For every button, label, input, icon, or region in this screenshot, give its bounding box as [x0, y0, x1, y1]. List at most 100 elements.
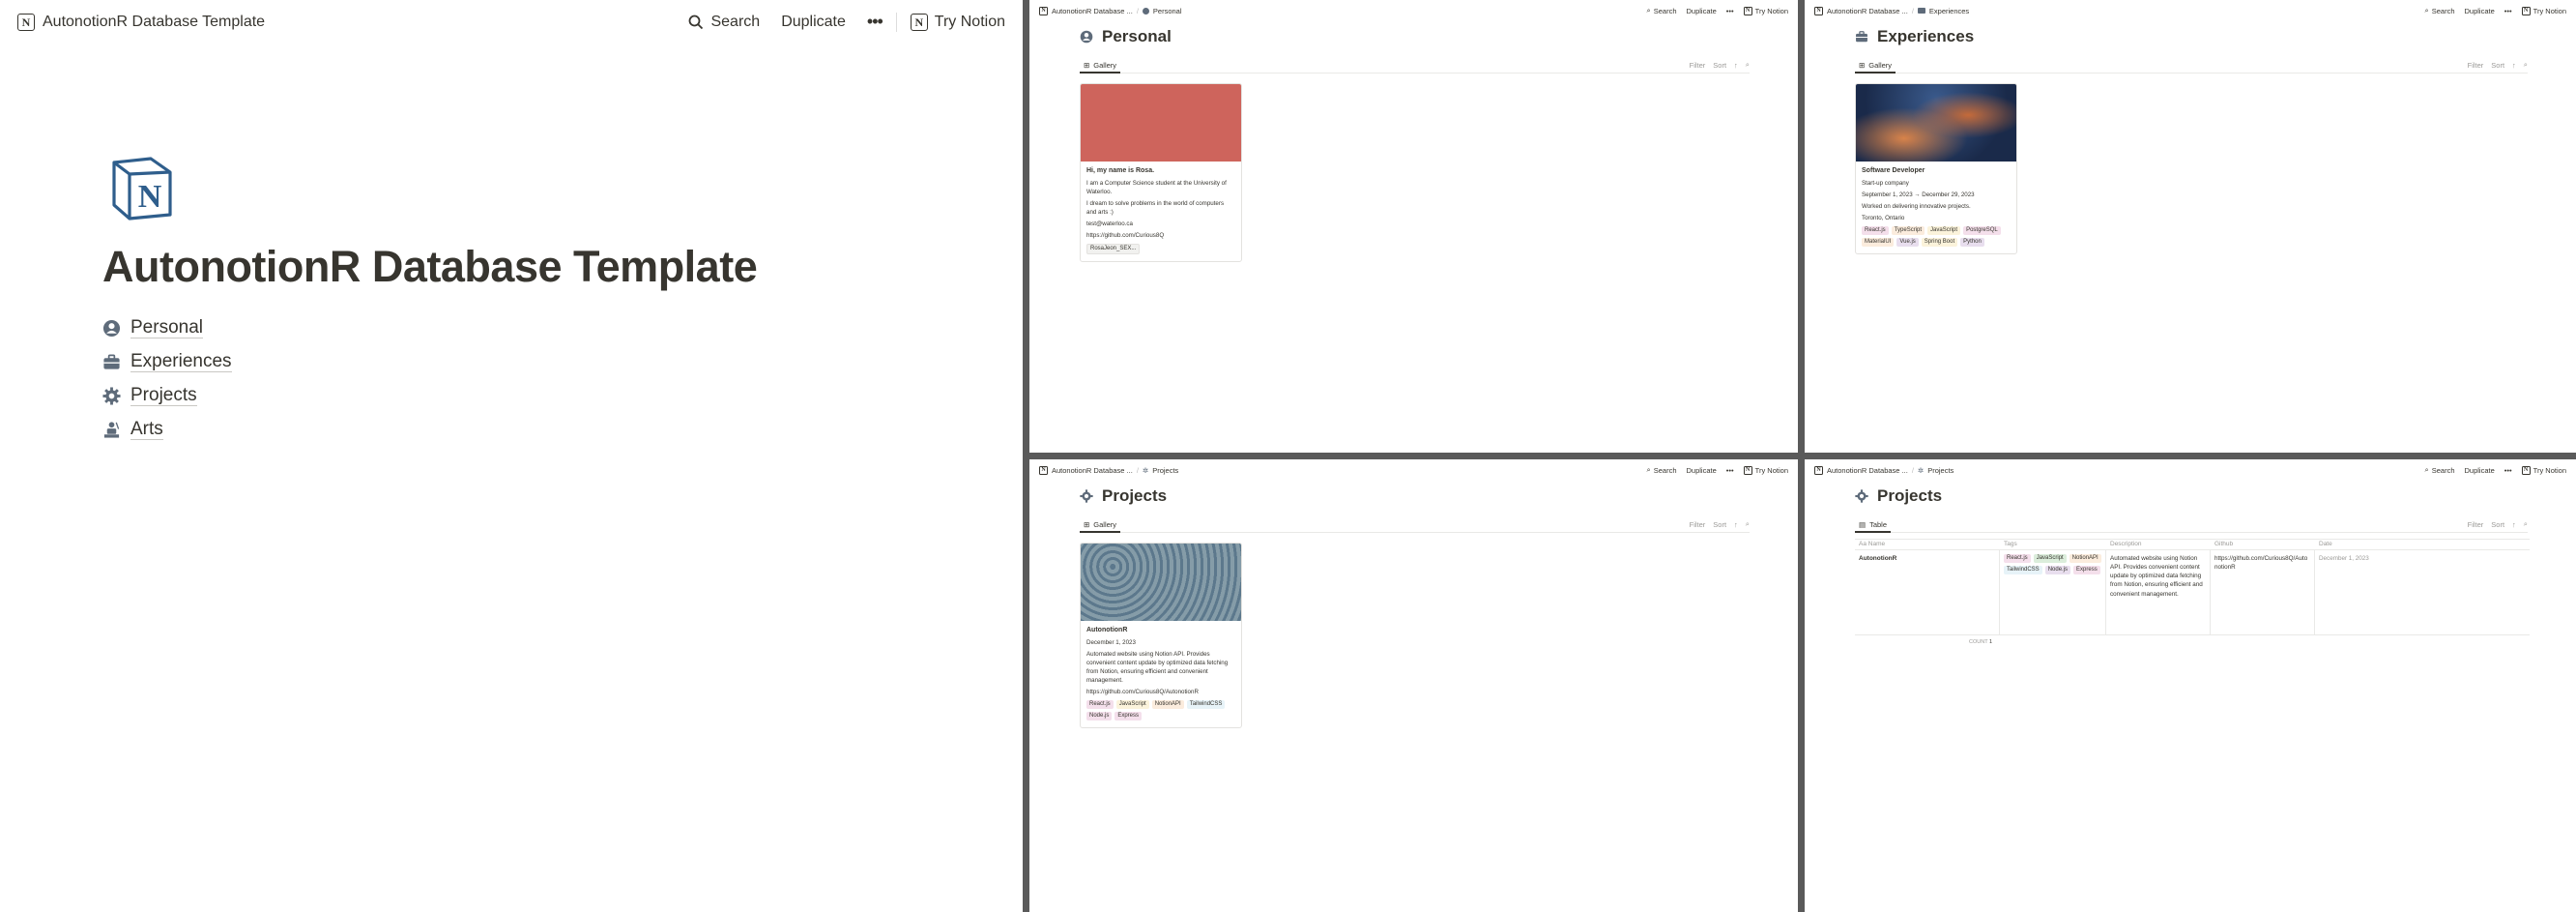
- table-row[interactable]: AutonotionR React.js JavaScript NotionAP…: [1855, 550, 2530, 635]
- search-button[interactable]: Search: [688, 14, 760, 31]
- notion-logo-icon: N: [112, 157, 172, 221]
- try-notion-button[interactable]: N Try Notion: [2521, 6, 2566, 15]
- link-projects[interactable]: Projects: [102, 379, 232, 413]
- tab-gallery[interactable]: ⊞ Gallery: [1855, 58, 1896, 74]
- sort-button[interactable]: Sort: [2491, 61, 2504, 70]
- link-arts[interactable]: Arts: [102, 413, 232, 447]
- more-icon[interactable]: •••: [1726, 466, 1734, 475]
- tab-table[interactable]: ▤ Table: [1855, 517, 1892, 533]
- more-icon[interactable]: •••: [2504, 466, 2512, 475]
- search-icon[interactable]: ⌕: [2524, 60, 2528, 70]
- try-notion-button[interactable]: N Try Notion: [2521, 465, 2566, 475]
- try-notion-button[interactable]: N Try Notion: [910, 13, 1005, 31]
- page-title-text: Projects: [1877, 486, 1943, 505]
- search-icon[interactable]: ⌕: [2524, 519, 2528, 529]
- cell-github[interactable]: https://github.com/Curious8Q/AutonotionR: [2211, 550, 2315, 634]
- arrow-up-icon[interactable]: ↑: [2512, 520, 2516, 529]
- arrow-up-icon[interactable]: ↑: [1734, 520, 1738, 529]
- breadcrumb[interactable]: N AutonotionR Database Template: [17, 13, 265, 31]
- page-links: Personal Experiences Projects Arts: [102, 311, 232, 447]
- arrow-up-icon[interactable]: ↑: [2512, 61, 2516, 70]
- notion-logo-icon: N: [910, 13, 928, 31]
- sort-button[interactable]: Sort: [1713, 61, 1726, 70]
- breadcrumb[interactable]: N AutonotionR Database ... / ✲ Projects: [1039, 465, 1178, 475]
- search-icon[interactable]: ⌕: [1746, 519, 1750, 529]
- breadcrumb[interactable]: N AutonotionR Database ... / Personal: [1039, 6, 1182, 15]
- try-notion-button[interactable]: N Try Notion: [1743, 465, 1788, 475]
- search-icon: ⌕: [1646, 6, 1651, 15]
- card-github[interactable]: https://github.com/Curious8Q: [1086, 232, 1235, 241]
- notion-logo-icon: N: [1743, 6, 1752, 15]
- search-button[interactable]: ⌕ Search: [1647, 465, 1677, 475]
- briefcase-icon: [1856, 31, 1867, 43]
- filter-button[interactable]: Filter: [1690, 61, 1706, 70]
- tag: JavaScript: [1927, 226, 1961, 236]
- notion-logo-icon: N: [1039, 6, 1048, 15]
- gallery-icon: ⊞: [1084, 60, 1090, 70]
- search-icon: ⌕: [1646, 465, 1651, 474]
- tag: Vue.js: [1896, 238, 1919, 248]
- tag: MaterialUI: [1862, 238, 1895, 248]
- search-button[interactable]: ⌕ Search: [2425, 465, 2455, 475]
- breadcrumb[interactable]: N AutonotionR Database ... / Experiences: [1814, 6, 1970, 15]
- breadcrumb-root: AutonotionR Database ...: [1052, 465, 1133, 475]
- cell-date[interactable]: December 1, 2023: [2315, 550, 2530, 634]
- file-chip[interactable]: RosaJeon_SEX...: [1086, 244, 1141, 255]
- breadcrumb-current: Personal: [1152, 6, 1182, 15]
- search-button[interactable]: ⌕ Search: [1647, 6, 1677, 15]
- card-date: December 1, 2023: [1086, 639, 1136, 647]
- cell-tags[interactable]: React.js JavaScript NotionAPI TailwindCS…: [2000, 550, 2106, 634]
- link-label: Projects: [130, 384, 197, 407]
- search-icon[interactable]: ⌕: [1746, 60, 1750, 70]
- link-experiences[interactable]: Experiences: [102, 345, 232, 379]
- panel-personal: N AutonotionR Database ... / Personal ⌕ Sear…: [1029, 0, 1798, 453]
- sort-button[interactable]: Sort: [1713, 520, 1726, 529]
- try-notion-button[interactable]: N Try Notion: [1743, 6, 1788, 15]
- user-circle-icon: [102, 319, 121, 338]
- link-personal[interactable]: Personal: [102, 311, 232, 345]
- cell-name[interactable]: AutonotionR: [1855, 550, 2000, 634]
- duplicate-button[interactable]: Duplicate: [2465, 7, 2495, 15]
- page-title: Projects: [1855, 486, 1942, 506]
- arrow-up-icon[interactable]: ↑: [1734, 61, 1738, 70]
- duplicate-button[interactable]: Duplicate: [1687, 466, 1717, 475]
- search-icon: ⌕: [2424, 6, 2429, 15]
- duplicate-button[interactable]: Duplicate: [2465, 466, 2495, 475]
- card-body: Software Developer Start-up company Sept…: [1856, 162, 2016, 253]
- card-dates: September 1, 2023 → December 29, 2023: [1862, 191, 1975, 199]
- card-tags: React.js TypeScript JavaScript PostgreSQ…: [1862, 226, 2011, 248]
- painter-icon: [102, 421, 121, 439]
- notion-logo-icon: N: [1814, 465, 1823, 475]
- duplicate-button[interactable]: Duplicate: [781, 14, 846, 31]
- sort-button[interactable]: Sort: [2491, 520, 2504, 529]
- filter-button[interactable]: Filter: [2468, 520, 2484, 529]
- more-icon: •••: [866, 12, 883, 31]
- more-icon[interactable]: •••: [1726, 7, 1734, 15]
- tab-gallery[interactable]: ⊞ Gallery: [1080, 58, 1121, 74]
- card-location: Toronto, Ontario: [1862, 215, 1905, 222]
- breadcrumb[interactable]: N AutonotionR Database ... / ✲ Projects: [1814, 465, 1954, 475]
- gallery-card[interactable]: Software Developer Start-up company Sept…: [1855, 83, 2017, 255]
- view-tabs: ⊞ Gallery Filter Sort ↑ ⌕: [1855, 58, 2528, 74]
- card-title: AutonotionR: [1086, 627, 1128, 633]
- gallery-card[interactable]: Hi, my name is Rosa. I am a Computer Sci…: [1080, 83, 1242, 263]
- tab-gallery[interactable]: ⊞ Gallery: [1080, 517, 1121, 533]
- gallery-card[interactable]: AutonotionR December 1, 2023 Automated w…: [1080, 543, 1242, 729]
- link-label: Personal: [130, 316, 203, 339]
- search-button[interactable]: ⌕ Search: [2425, 6, 2455, 15]
- more-button[interactable]: •••: [867, 12, 883, 32]
- view-tools: Filter Sort ↑ ⌕: [1690, 58, 1750, 72]
- gear-icon: ✲: [1917, 465, 1925, 475]
- duplicate-button[interactable]: Duplicate: [1687, 7, 1717, 15]
- gear-icon: ✲: [1142, 465, 1149, 475]
- more-icon[interactable]: •••: [2504, 7, 2512, 15]
- try-notion-label: Try Notion: [1754, 465, 1788, 475]
- tag: TailwindCSS: [2004, 566, 2042, 574]
- filter-button[interactable]: Filter: [1690, 520, 1706, 529]
- tab-label: Gallery: [1093, 60, 1117, 70]
- filter-button[interactable]: Filter: [2468, 61, 2484, 70]
- breadcrumb-current: Experiences: [1928, 6, 1970, 15]
- card-github[interactable]: https://github.com/Curious8Q/AutonotionR: [1086, 689, 1235, 697]
- row-count: COUNT 1: [1969, 639, 2530, 645]
- cell-description[interactable]: Automated website using Notion API. Prov…: [2106, 550, 2211, 634]
